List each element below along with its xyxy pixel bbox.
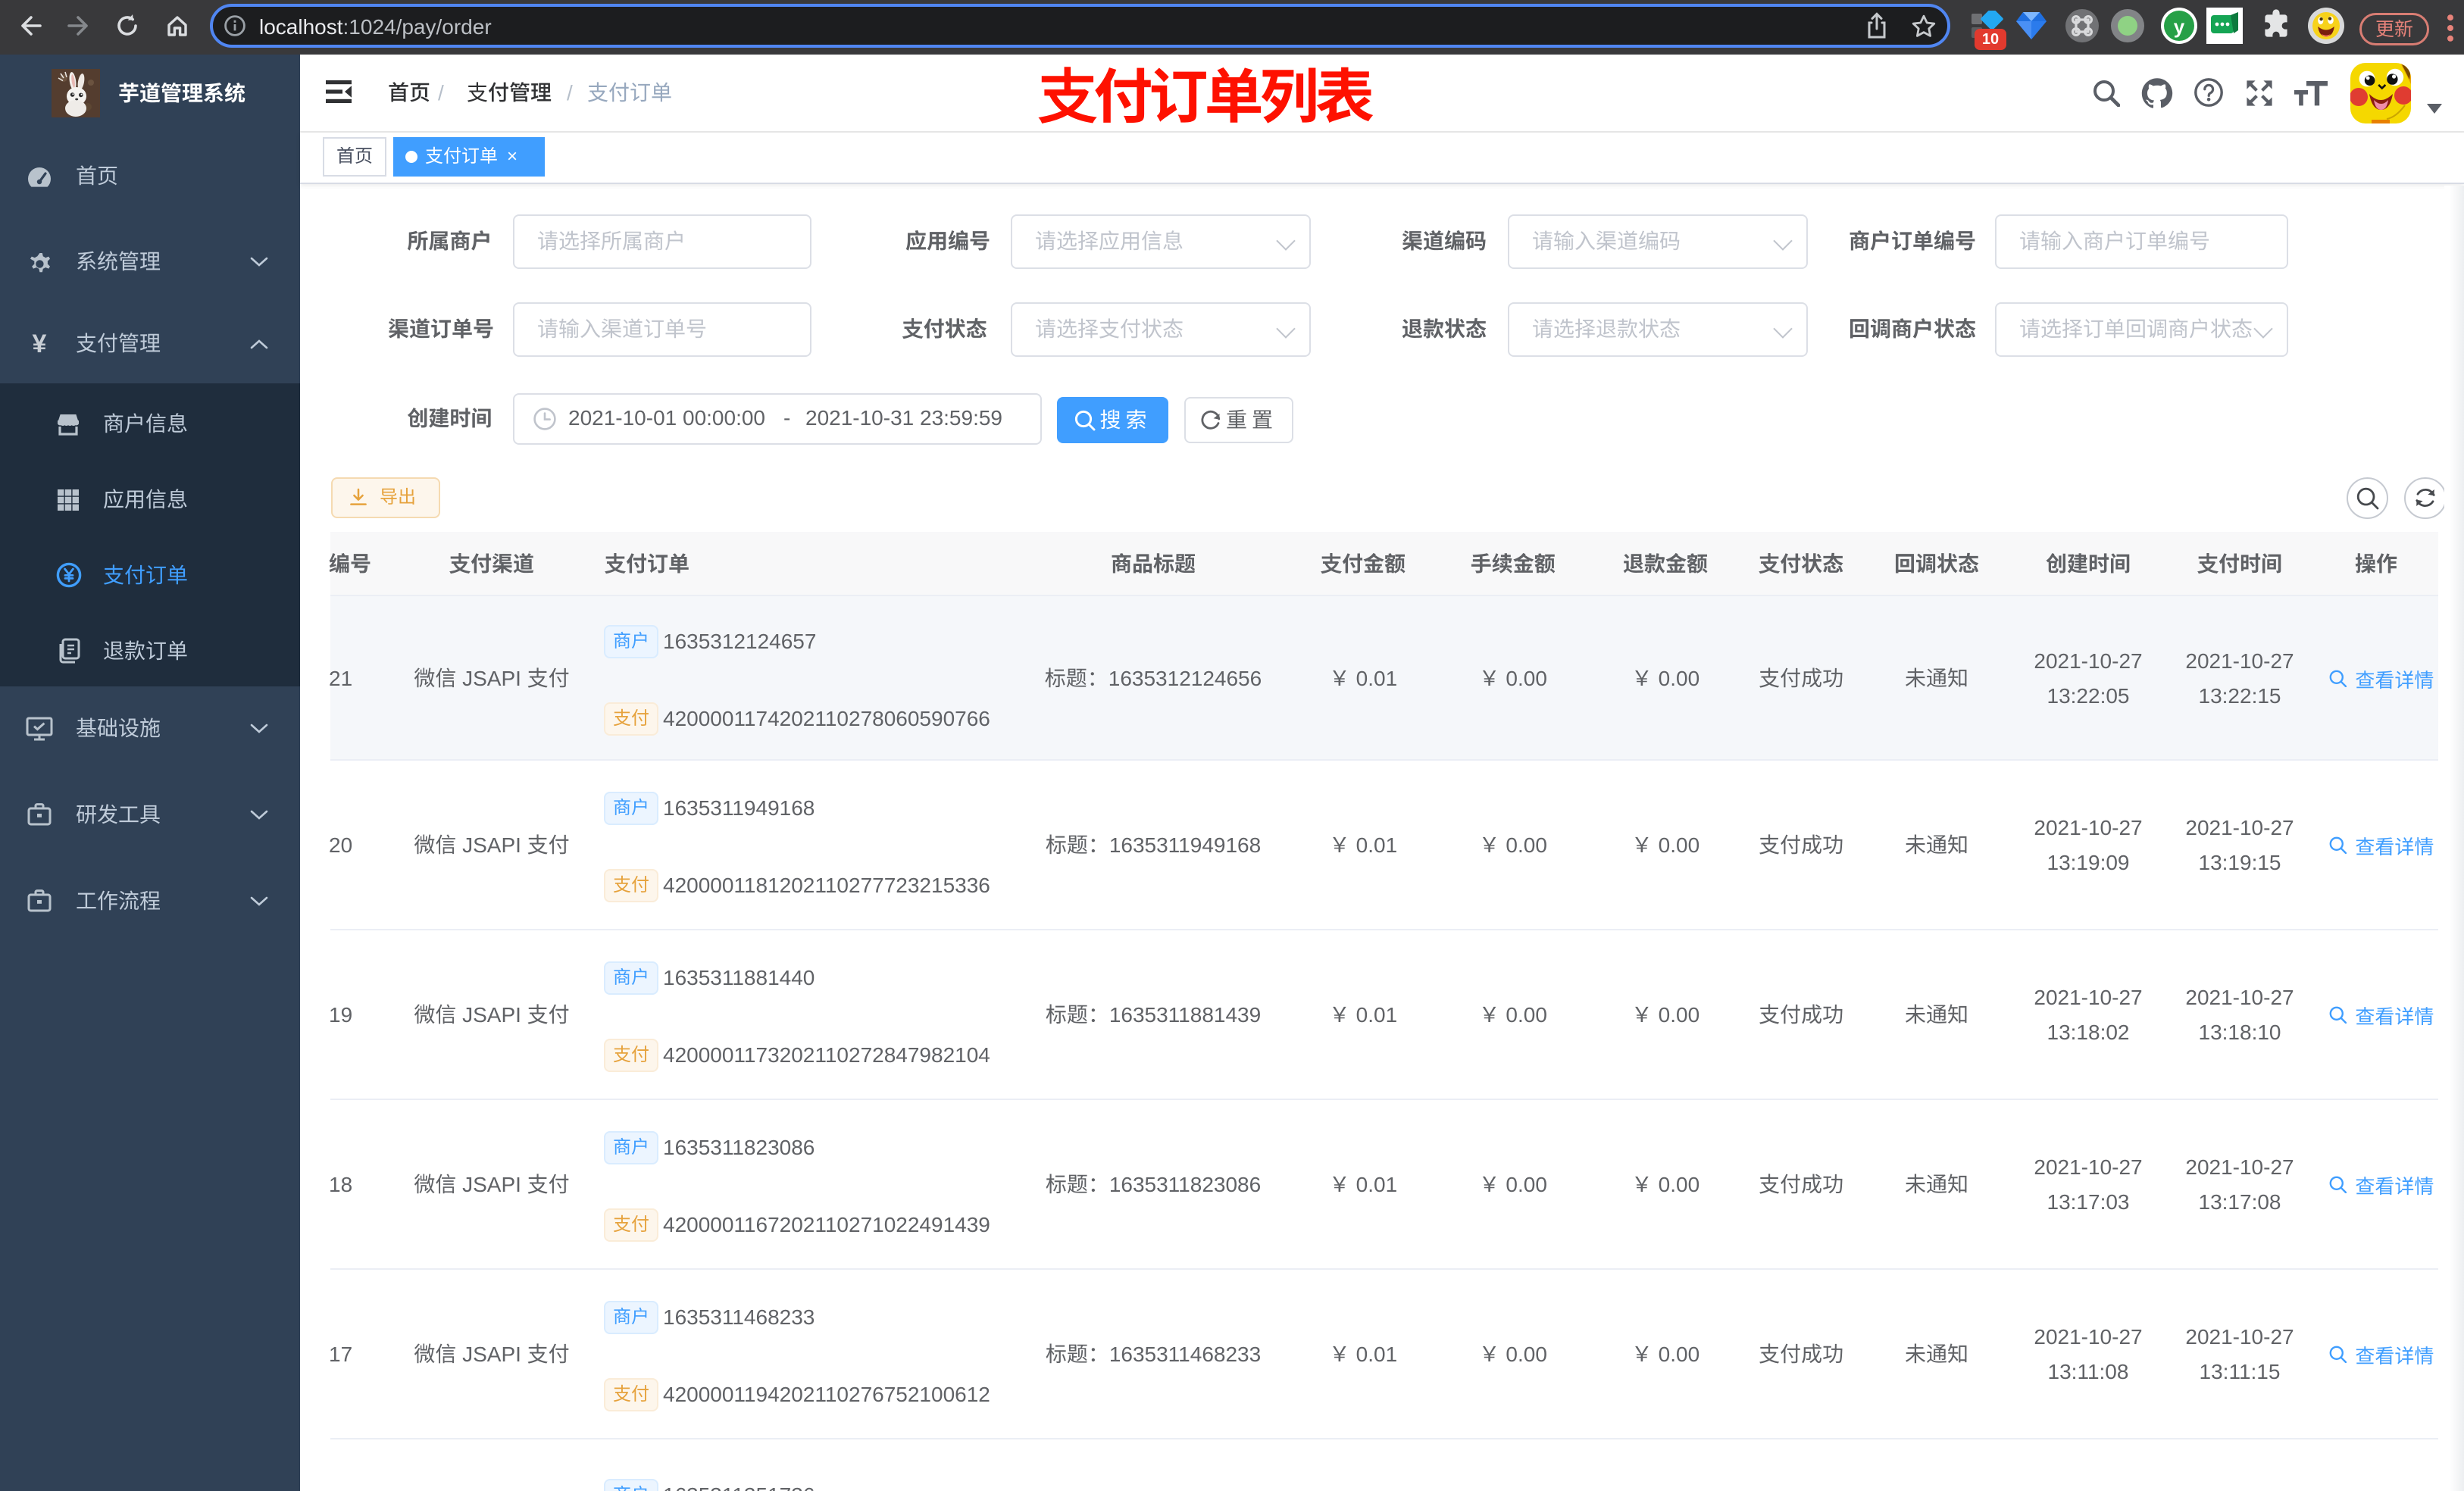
svg-text:y: y	[2174, 15, 2185, 38]
